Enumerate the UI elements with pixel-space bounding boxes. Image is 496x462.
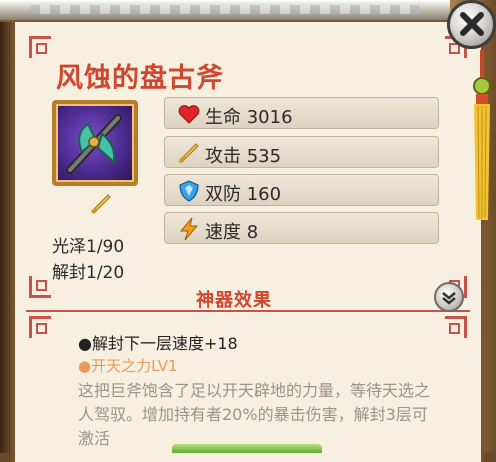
stat-row-attack: 攻击 535: [164, 136, 439, 168]
stat-row-speed: 速度 8: [164, 212, 439, 244]
item-title: 风蚀的盘古斧: [56, 63, 224, 94]
shield-icon: [179, 180, 199, 202]
heart-icon: [178, 105, 200, 124]
axe-icon: [66, 114, 122, 174]
scroll-rod: [0, 0, 450, 22]
stat-row-hp: 生命 3016: [164, 97, 439, 129]
skill-name: ●开天之力LV1: [78, 357, 178, 375]
luster-label: 光泽1/90: [52, 237, 125, 257]
stat-defense-text: 双防 160: [205, 184, 282, 205]
bottom-button-edge[interactable]: [172, 444, 322, 453]
unseal-label: 解封1/20: [52, 263, 125, 283]
stat-attack-text: 攻击 535: [205, 146, 282, 167]
chevron-down-icon: [442, 292, 456, 305]
item-icon-frame[interactable]: [52, 100, 138, 186]
skill-description: 这把巨斧饱含了足以开天辟地的力量，等待天选之人驾驭。增加持有者20%的暴击伤害，…: [78, 381, 431, 448]
tassel-decoration: [473, 50, 491, 220]
stat-hp-text: 生命 3016: [205, 107, 293, 128]
effects-section-title: 神器效果: [196, 290, 272, 311]
lightning-icon: [179, 217, 199, 241]
sword-icon: [178, 143, 199, 164]
stat-row-defense: 双防 160: [164, 174, 439, 206]
next-unseal-effect: ●解封下一层速度+18: [78, 334, 238, 353]
corner-ornament: [29, 316, 51, 338]
corner-ornament: [445, 316, 467, 338]
sword-quality-icon: [90, 194, 111, 214]
close-icon: [460, 12, 484, 36]
expand-button[interactable]: [434, 282, 464, 312]
stat-speed-text: 速度 8: [205, 222, 259, 243]
corner-ornament: [29, 276, 51, 298]
section-divider: [26, 310, 470, 312]
close-button[interactable]: [447, 0, 496, 49]
corner-ornament: [29, 36, 51, 58]
